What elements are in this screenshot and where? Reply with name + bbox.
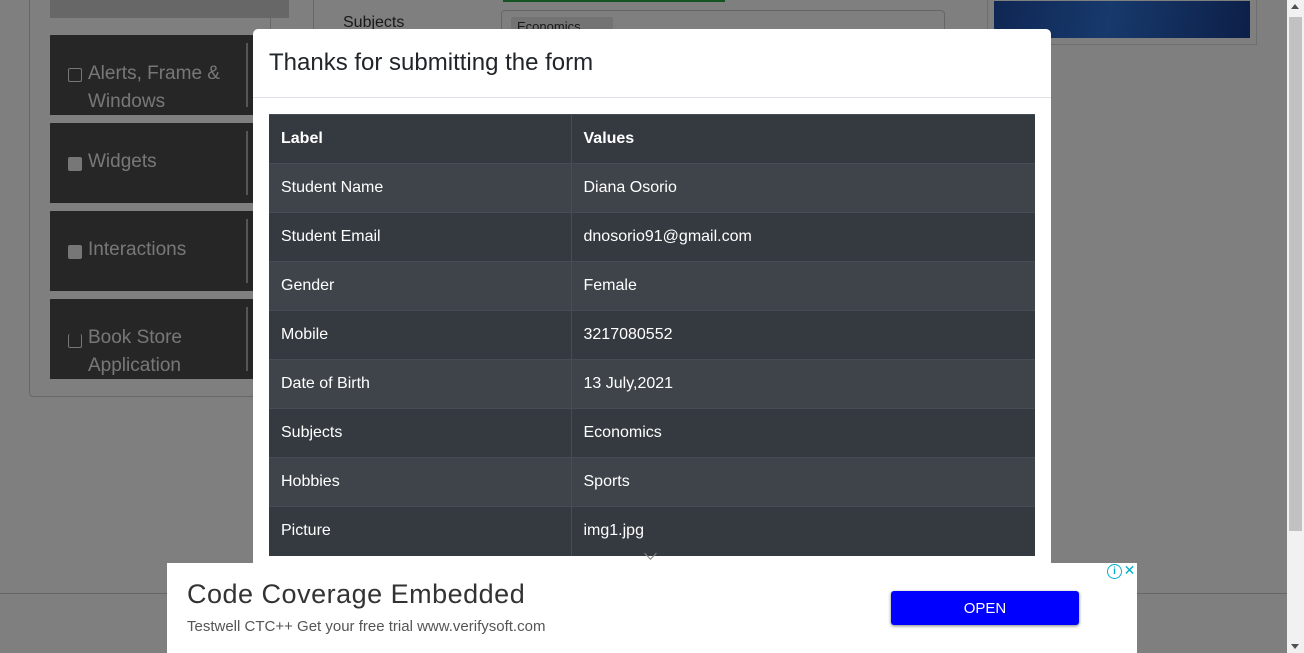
- scroll-down-icon[interactable]: [1291, 644, 1299, 649]
- row-value: img1.jpg: [571, 506, 1035, 556]
- table-row: Subjects Economics: [269, 408, 1035, 458]
- row-label: Date of Birth: [269, 359, 572, 409]
- row-value: 3217080552: [571, 310, 1035, 360]
- row-label: Mobile: [269, 310, 572, 360]
- modal-header: Thanks for submitting the form: [253, 29, 1051, 98]
- header-values: Values: [571, 114, 1035, 164]
- row-label: Hobbies: [269, 457, 572, 507]
- row-value: Sports: [571, 457, 1035, 507]
- table-row: Mobile 3217080552: [269, 310, 1035, 360]
- ad-banner[interactable]: Code Coverage Embedded Testwell CTC++ Ge…: [167, 547, 1137, 653]
- scrollbar-thumb[interactable]: [1289, 17, 1302, 531]
- row-label: Picture: [269, 506, 572, 556]
- page-scrollbar[interactable]: [1287, 0, 1304, 653]
- scroll-up-icon[interactable]: [1291, 4, 1299, 9]
- row-value: Female: [571, 261, 1035, 311]
- results-table: Label Values Student Name Diana Osorio S…: [269, 114, 1035, 556]
- table-header-row: Label Values: [269, 114, 1035, 164]
- table-row: Student Name Diana Osorio: [269, 163, 1035, 213]
- ad-subtitle[interactable]: Testwell CTC++ Get your free trial www.v…: [187, 618, 545, 635]
- close-icon[interactable]: ✕: [1122, 563, 1137, 578]
- row-label: Subjects: [269, 408, 572, 458]
- row-label: Student Name: [269, 163, 572, 213]
- modal-title: Thanks for submitting the form: [269, 49, 594, 76]
- submission-modal: Thanks for submitting the form Label Val…: [253, 29, 1051, 589]
- row-value: dnosorio91@gmail.com: [571, 212, 1035, 262]
- table-row: Student Email dnosorio91@gmail.com: [269, 212, 1035, 262]
- ad-open-button[interactable]: OPEN: [891, 591, 1079, 625]
- header-label: Label: [269, 114, 572, 164]
- ad-title[interactable]: Code Coverage Embedded: [187, 579, 525, 610]
- row-value: Diana Osorio: [571, 163, 1035, 213]
- table-row: Hobbies Sports: [269, 457, 1035, 507]
- table-row: Gender Female: [269, 261, 1035, 311]
- row-value: 13 July,2021: [571, 359, 1035, 409]
- info-icon[interactable]: i: [1107, 564, 1122, 579]
- table-row: Date of Birth 13 July,2021: [269, 359, 1035, 409]
- row-label: Gender: [269, 261, 572, 311]
- row-label: Student Email: [269, 212, 572, 262]
- row-value: Economics: [571, 408, 1035, 458]
